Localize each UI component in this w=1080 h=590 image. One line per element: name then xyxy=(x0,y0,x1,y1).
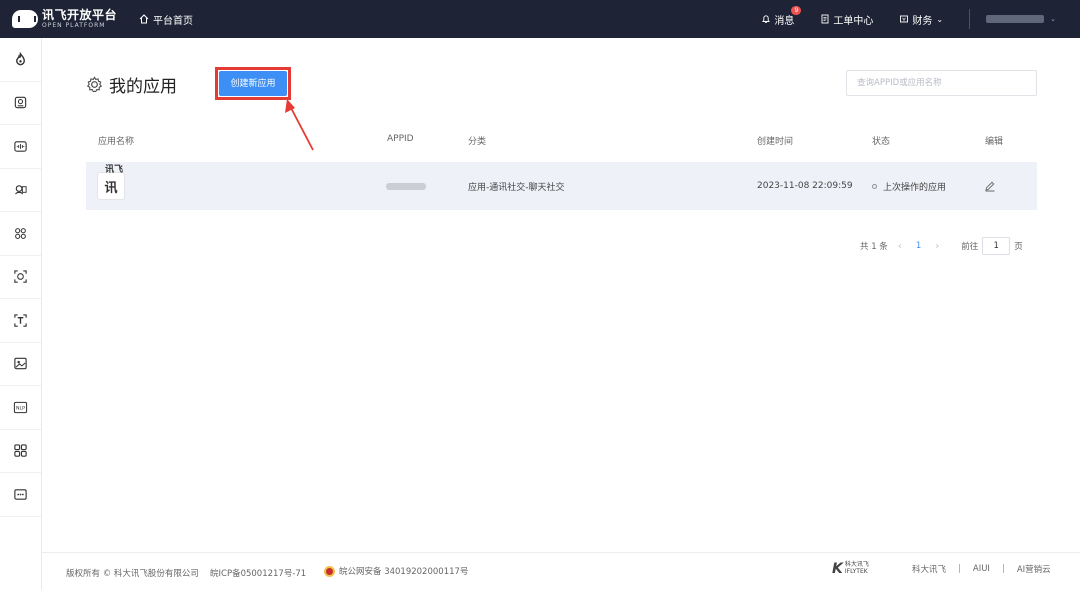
page-suffix-label: 页 xyxy=(1014,242,1023,252)
edit-pencil-icon[interactable] xyxy=(984,180,996,192)
pagination-total: 共 1 条 xyxy=(860,242,888,252)
page-header: 我的应用 xyxy=(86,72,177,97)
user-menu-chevron-icon[interactable]: ⌄ xyxy=(1050,15,1056,23)
app-name-cell[interactable]: 讯 讯飞 xyxy=(97,162,125,210)
sidebar-item-text-recognition[interactable] xyxy=(0,299,41,343)
user-account-name[interactable] xyxy=(986,15,1045,23)
sidebar-item-speech-synthesis[interactable] xyxy=(0,125,41,169)
brand-en: IFLYTEK xyxy=(844,568,868,575)
platform-home-link[interactable]: 平台首页 xyxy=(139,12,193,27)
footer-link-aiui[interactable]: AIUI xyxy=(973,564,990,574)
apps-grid-icon xyxy=(14,444,27,457)
category-cell: 应用-通讯社交-聊天社交 xyxy=(468,182,565,193)
sidebar-item-face-detection[interactable] xyxy=(0,256,41,299)
col-header-appid: APPID xyxy=(387,134,414,144)
create-app-button[interactable]: 创建新应用 xyxy=(219,71,287,96)
svg-text:NLP: NLP xyxy=(16,405,25,411)
col-header-status: 状态 xyxy=(872,137,891,147)
col-header-category: 分类 xyxy=(468,137,487,147)
police-badge-icon xyxy=(324,565,335,577)
goto-label: 前往 xyxy=(961,242,979,252)
app-avatar: 讯 xyxy=(97,172,125,200)
messages-link[interactable]: 消息 9 xyxy=(761,5,802,27)
status-cell: 上次操作的应用 xyxy=(872,162,946,210)
platform-logo[interactable]: 讯飞开放平台 OPEN PLATFORM xyxy=(12,0,117,38)
face-scan-icon xyxy=(14,270,27,283)
sidebar-item-more[interactable] xyxy=(0,473,41,517)
app-name: 讯飞 xyxy=(105,165,124,175)
logo-subtitle: OPEN PLATFORM xyxy=(42,22,106,29)
finance-menu[interactable]: 财务 ⌄ xyxy=(899,12,943,27)
sidebar-item-image-recognition[interactable] xyxy=(0,343,41,386)
appid-redacted-value xyxy=(386,182,426,190)
chevron-down-icon: ⌄ xyxy=(936,14,944,24)
sidebar-item-voice-interaction[interactable] xyxy=(0,82,41,125)
sidebar-item-all-apps[interactable] xyxy=(0,430,41,473)
text-recognition-icon xyxy=(14,314,27,327)
footer-separator: | xyxy=(958,564,961,574)
document-icon xyxy=(821,14,829,24)
appid-cell xyxy=(386,162,426,210)
messages-badge: 9 xyxy=(791,5,802,15)
home-icon xyxy=(139,14,149,24)
edit-cell xyxy=(984,162,996,210)
page-title: 我的应用 xyxy=(109,77,177,97)
goto-page-input[interactable] xyxy=(982,237,1011,255)
logo-mark-icon xyxy=(12,10,38,28)
footer-separator: | xyxy=(1001,564,1005,574)
workorder-label: 工单中心 xyxy=(833,15,874,27)
voice-assistant-icon xyxy=(14,97,27,109)
iflytek-logo-mark: K xyxy=(832,561,843,577)
appid-search-input[interactable] xyxy=(846,70,1037,96)
police-record-text: 皖公网安备 34019202000117号 xyxy=(339,567,469,577)
table-row[interactable]: 讯 讯飞 应用-通讯社交-聊天社交 2023-11-08 22:09:59 上次… xyxy=(86,162,1037,210)
prev-page-chevron-icon[interactable]: ‹ xyxy=(898,241,902,252)
next-page-chevron-icon[interactable]: › xyxy=(935,241,939,252)
top-right-menu: 消息 9 工单中心 财务 ⌄ ⌄ xyxy=(761,0,1080,38)
police-record-link[interactable]: 皖公网安备 34019202000117号 xyxy=(324,565,468,577)
logo-title: 讯飞开放平台 xyxy=(42,8,118,22)
col-header-created: 创建时间 xyxy=(757,137,794,147)
icp-license-link[interactable]: 皖ICP备05001217号-71 xyxy=(210,567,306,579)
platform-home-label: 平台首页 xyxy=(153,15,194,27)
image-icon xyxy=(14,358,27,370)
more-icon xyxy=(14,489,27,500)
pagination: 共 1 条 ‹ 1 › 前往 页 xyxy=(860,236,1023,256)
page-number-current[interactable]: 1 xyxy=(916,241,921,251)
top-navigation-bar: 讯飞开放平台 OPEN PLATFORM 平台首页 消息 9 工单中心 财务 ⌄… xyxy=(0,0,1080,38)
workorder-link[interactable]: 工单中心 xyxy=(820,12,873,27)
col-header-edit: 编辑 xyxy=(985,137,1004,147)
footer-link-iflytek[interactable]: 科大讯飞 xyxy=(912,563,946,575)
flame-icon xyxy=(16,51,25,66)
gear-icon xyxy=(86,76,103,93)
nlp-icon: NLP xyxy=(13,401,28,413)
finance-label: 财务 xyxy=(912,15,933,27)
col-header-name: 应用名称 xyxy=(98,137,135,147)
bell-icon xyxy=(762,15,771,23)
face-recognition-icon xyxy=(15,227,26,239)
page-footer: 版权所有 © 科大讯飞股份有限公司 皖ICP备05001217号-71 皖公网安… xyxy=(42,552,1080,590)
table-header: 应用名称 APPID 分类 创建时间 状态 编辑 xyxy=(86,134,1037,152)
top-divider xyxy=(969,9,971,29)
wallet-icon xyxy=(900,15,909,23)
created-time-cell: 2023-11-08 22:09:59 xyxy=(757,181,853,191)
sidebar-item-speech-recognition[interactable] xyxy=(0,169,41,212)
sidebar-item-featured[interactable] xyxy=(0,38,41,82)
status-dot-icon xyxy=(872,183,877,189)
speech-recognition-icon xyxy=(15,185,27,195)
sidebar-item-nlp[interactable]: NLP xyxy=(0,386,41,430)
copyright-text: 版权所有 © 科大讯飞股份有限公司 xyxy=(66,569,199,579)
product-sidebar: NLP xyxy=(0,38,42,590)
iflytek-brand-logo: K 科大讯飞 IFLYTEK xyxy=(832,561,869,577)
status-text: 上次操作的应用 xyxy=(883,182,947,193)
footer-link-ai-marketing[interactable]: AI营销云 xyxy=(1017,563,1051,575)
audio-icon xyxy=(14,141,27,152)
sidebar-item-face-recognition[interactable] xyxy=(0,212,41,256)
footer-links: 科大讯飞 | AIUI | AI营销云 xyxy=(906,563,1057,575)
